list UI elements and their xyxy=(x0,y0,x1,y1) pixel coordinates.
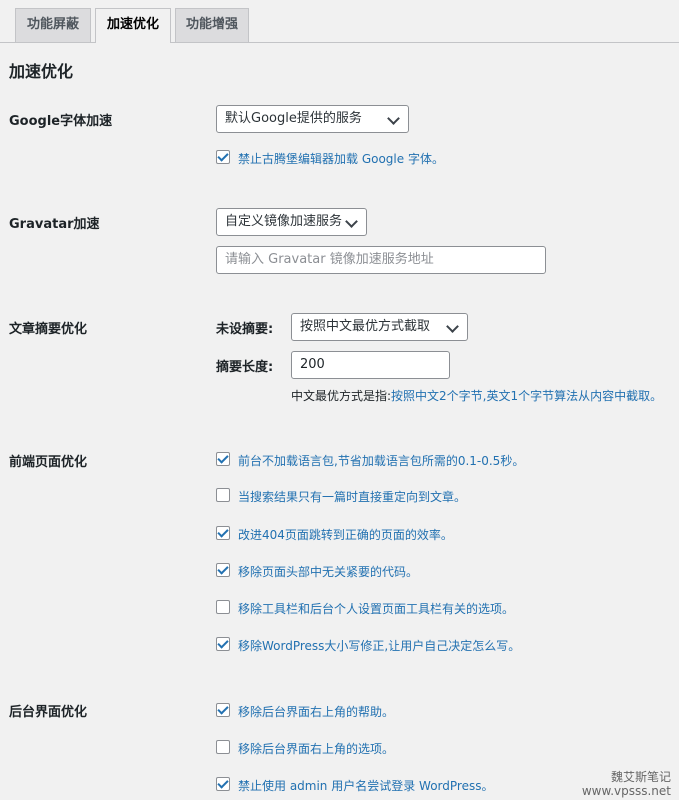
frontend-option-checkbox[interactable] xyxy=(216,600,230,614)
excerpt-length-label: 摘要长度: xyxy=(216,360,274,375)
backend-optimization-label: 后台界面优化 xyxy=(9,705,88,720)
frontend-option-checkbox[interactable] xyxy=(216,526,230,540)
frontend-option-checkbox[interactable] xyxy=(216,637,230,651)
gravatar-select-value: 自定义镜像加速服务 xyxy=(225,214,343,229)
backend-option-label: 移除后台界面右上角的选项。 xyxy=(238,742,395,756)
frontend-option-label: 前台不加载语言包,节省加载语言包所需的0.1-0.5秒。 xyxy=(238,454,525,468)
page-title: 加速优化 xyxy=(9,62,74,81)
no-excerpt-select[interactable]: 按照中文最优方式截取 xyxy=(291,313,468,341)
chevron-down-icon xyxy=(345,215,358,228)
frontend-option-checkbox[interactable] xyxy=(216,488,230,502)
watermark-url: www.vpsss.net xyxy=(581,784,671,798)
tab-block-features[interactable]: 功能屏蔽 xyxy=(15,8,91,42)
frontend-option-label: 移除页面头部中无关紧要的代码。 xyxy=(238,565,419,579)
frontend-option-label: 当搜索结果只有一篇时直接重定向到文章。 xyxy=(238,490,467,504)
google-font-select[interactable]: 默认Google提供的服务 xyxy=(216,105,409,133)
frontend-option-checkbox[interactable] xyxy=(216,563,230,577)
backend-option-label: 移除后台界面右上角的帮助。 xyxy=(238,705,395,719)
frontend-option-checkbox[interactable] xyxy=(216,452,230,466)
frontend-option-label: 改进404页面跳转到正确的页面的效率。 xyxy=(238,528,453,542)
excerpt-note: 中文最优方式是指:按照中文2个字节,英文1个字节算法从内容中截取。 xyxy=(291,387,662,404)
frontend-option-label: 移除WordPress大小写修正,让用户自己决定怎么写。 xyxy=(238,639,521,653)
backend-option-checkbox[interactable] xyxy=(216,740,230,754)
gravatar-mirror-input[interactable]: 请输入 Gravatar 镜像加速服务地址 xyxy=(216,246,546,274)
backend-option-label: 禁止使用 admin 用户名尝试登录 WordPress。 xyxy=(238,779,494,793)
watermark-title: 魏艾斯笔记 xyxy=(610,770,671,784)
disable-gutenberg-google-fonts-checkbox[interactable] xyxy=(216,150,230,164)
excerpt-note-detail: 按照中文2个字节,英文1个字节算法从内容中截取。 xyxy=(391,389,663,403)
excerpt-length-input[interactable]: 200 xyxy=(291,351,450,379)
frontend-optimization-label: 前端页面优化 xyxy=(9,455,88,470)
chevron-down-icon xyxy=(446,320,459,333)
chevron-down-icon xyxy=(387,112,400,125)
gravatar-label: Gravatar加速 xyxy=(9,217,100,232)
tab-enhancements[interactable]: 功能增强 xyxy=(175,8,249,42)
backend-option-checkbox[interactable] xyxy=(216,777,230,791)
frontend-option-label: 移除工具栏和后台个人设置页面工具栏有关的选项。 xyxy=(238,602,515,616)
backend-option-checkbox[interactable] xyxy=(216,703,230,717)
gravatar-select[interactable]: 自定义镜像加速服务 xyxy=(216,208,367,236)
watermark: 魏艾斯笔记 www.vpsss.net xyxy=(582,770,671,798)
tab-acceleration[interactable]: 加速优化 xyxy=(95,8,171,43)
excerpt-label: 文章摘要优化 xyxy=(9,322,88,337)
no-excerpt-select-value: 按照中文最优方式截取 xyxy=(300,319,431,334)
google-font-select-value: 默认Google提供的服务 xyxy=(225,111,362,126)
google-font-label: Google字体加速 xyxy=(9,114,113,129)
disable-gutenberg-google-fonts-label: 禁止古腾堡编辑器加载 Google 字体。 xyxy=(238,152,444,166)
excerpt-note-prefix: 中文最优方式是指: xyxy=(291,389,392,403)
tab-bar: 功能屏蔽 加速优化 功能增强 xyxy=(0,0,679,43)
no-excerpt-label: 未设摘要: xyxy=(216,322,274,337)
